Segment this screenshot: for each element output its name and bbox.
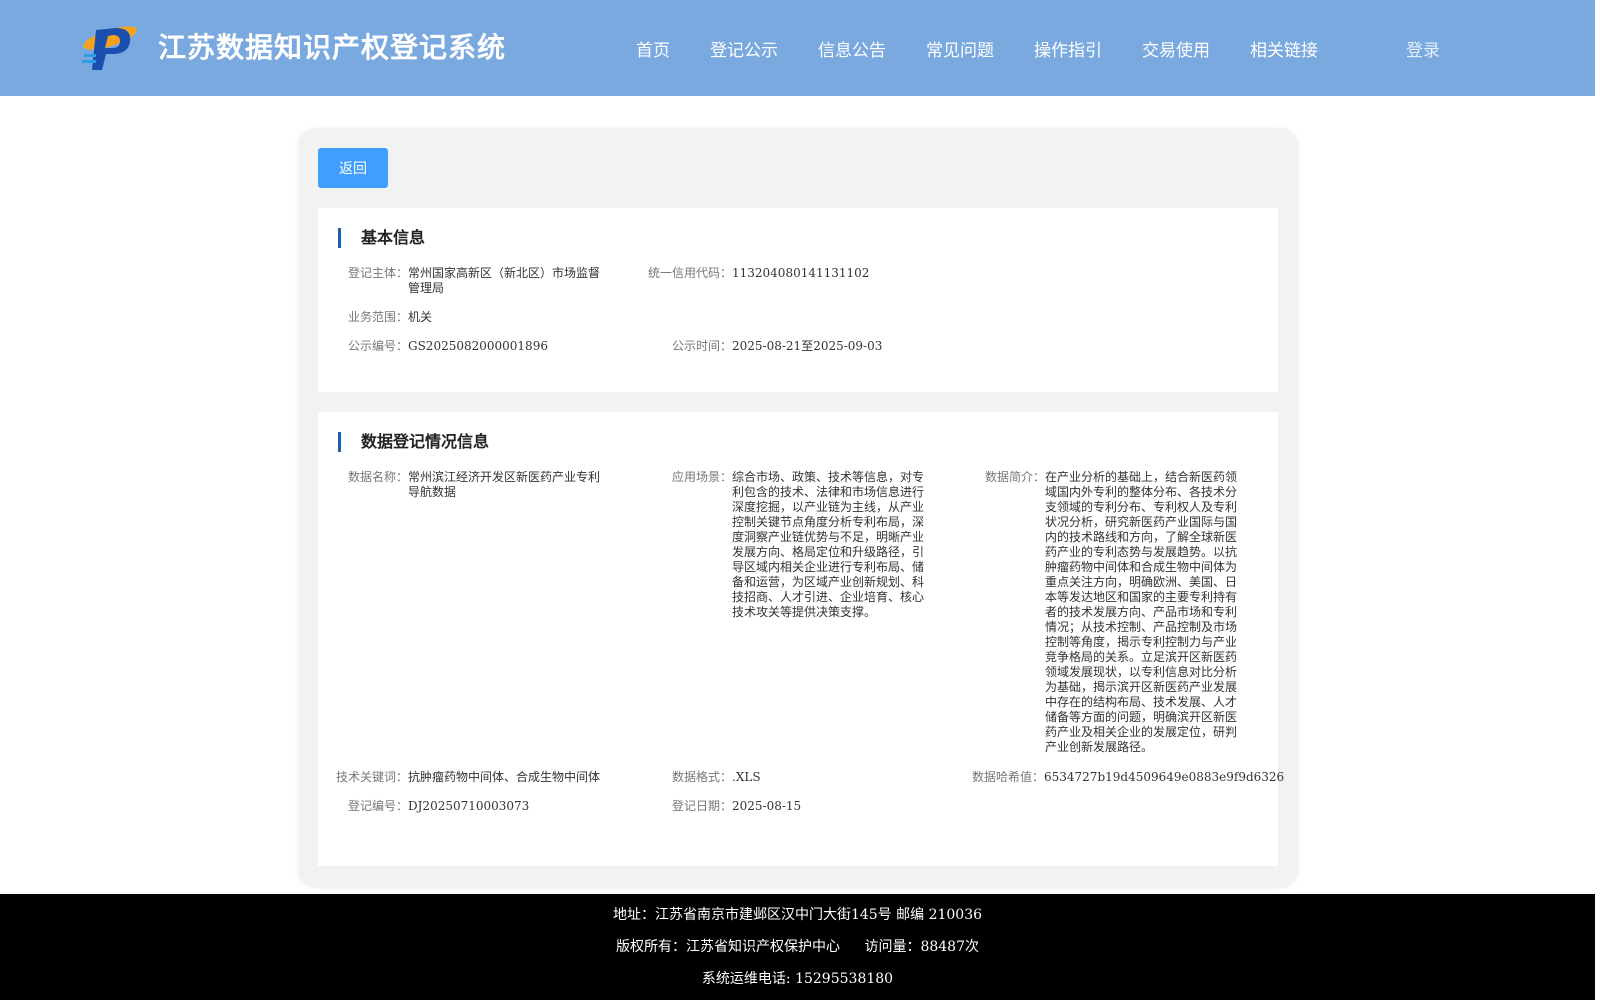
footer-copyright: 版权所有：江苏省知识产权保护中心 — [616, 939, 840, 955]
field-subject: 登记主体： 常州国家高新区（新北区）市场监督管理局 — [348, 266, 638, 296]
subject-value: 常州国家高新区（新北区）市场监督管理局 — [408, 266, 601, 295]
main-nav: 首页 登记公示 信息公告 常见问题 操作指引 交易使用 相关链接 — [636, 36, 1358, 61]
registration-number-value: DJ20250710003073 — [408, 799, 530, 813]
credit-code-value: 11320408014113110​2 — [732, 266, 870, 280]
application-scene-label: 应用场景： — [671, 470, 732, 484]
notice-number-label: 公示编号： — [348, 339, 409, 353]
nav-operation-guide[interactable]: 操作指引 — [1034, 36, 1102, 61]
tech-keywords-label: 技术关键词： — [336, 770, 409, 784]
footer-address: 地址：江苏省南京市建邺区汉中门大街145号 邮编 210036 — [612, 907, 983, 923]
application-scene-value: 综合市场、政策、技术等信息，对专利包含的技术、法律和市场信息进行深度挖掘，以产业… — [732, 470, 925, 619]
business-scope-value: 机关 — [408, 310, 433, 324]
data-intro-value: 在产业分析的基础上，结合新医药领域国内外专利的整体分布、各技术分支领域的专利分布… — [1045, 470, 1238, 754]
detail-card: 返回 基本信息 登记主体： 常州国家高新区（新北区）市场监督管理局 统一信用代码… — [298, 128, 1298, 888]
nav-info-announcement[interactable]: 信息公告 — [818, 36, 886, 61]
nav-registration-notice[interactable]: 登记公示 — [710, 36, 778, 61]
site-title: 江苏数据知识产权登记系统 — [158, 31, 507, 64]
registration-info-title: 数据登记情况信息 — [338, 432, 489, 452]
data-format-label: 数据格式： — [671, 770, 732, 784]
notice-time-label: 公示时间： — [671, 339, 732, 353]
field-business-scope: 业务范围： 机关 — [348, 310, 638, 325]
data-format-value: .XLS — [732, 770, 761, 784]
field-data-intro: 数据简介： 在产业分析的基础上，结合新医药领域国内外专利的整体分布、各技术分支领… — [971, 470, 1251, 755]
data-hash-label: 数据哈希值： — [971, 770, 1044, 784]
field-credit-code: 统一信用代码： 11320408014113110​2 — [648, 266, 1048, 281]
login-link[interactable]: 登录 — [1406, 36, 1440, 61]
field-tech-keywords: 技术关键词： 抗肿瘤药物中间体、合成生物中间体 — [336, 770, 636, 785]
basic-info-title: 基本信息 — [338, 228, 425, 248]
site-footer: 地址：江苏省南京市建邺区汉中门大街145号 邮编 210036 版权所有：江苏省… — [0, 894, 1595, 1000]
data-intro-label: 数据简介： — [984, 470, 1045, 484]
field-application-scene: 应用场景： 综合市场、政策、技术等信息，对专利包含的技术、法律和市场信息进行深度… — [658, 470, 938, 620]
back-button[interactable]: 返回 — [318, 148, 388, 188]
credit-code-label: 统一信用代码： — [648, 266, 733, 280]
basic-info-panel: 基本信息 登记主体： 常州国家高新区（新北区）市场监督管理局 统一信用代码： 1… — [318, 208, 1278, 392]
field-data-format: 数据格式： .XLS — [658, 770, 918, 785]
nav-home[interactable]: 首页 — [636, 36, 670, 61]
field-data-name: 数据名称： 常州滨江经济开发区新医药产业专利导航数据 — [348, 470, 628, 500]
notice-number-value: GS2025082000001896 — [408, 339, 548, 353]
registration-info-panel: 数据登记情况信息 数据名称： 常州滨江经济开发区新医药产业专利导航数据 应用场景… — [318, 412, 1284, 866]
nav-trade-use[interactable]: 交易使用 — [1142, 36, 1210, 61]
footer-visits: 访问量：88487次 — [864, 939, 979, 955]
registration-number-label: 登记编号： — [348, 799, 409, 813]
field-notice-time: 公示时间： 2025-08-21至2025-09-03 — [658, 339, 958, 354]
tech-keywords-value: 抗肿瘤药物中间体、合成生物中间体 — [408, 770, 601, 784]
data-name-value: 常州滨江经济开发区新医药产业专利导航数据 — [408, 470, 601, 499]
data-name-label: 数据名称： — [348, 470, 409, 484]
data-hash-value: 6534727b19d4509649e0883e9f9d6326 — [1044, 770, 1285, 784]
field-registration-date: 登记日期： 2025-08-15 — [658, 799, 918, 814]
footer-phone: 系统运维电话: 15295538180 — [701, 971, 894, 987]
field-registration-number: 登记编号： DJ20250710003073 — [348, 799, 638, 814]
business-scope-label: 业务范围： — [348, 310, 409, 324]
notice-time-value: 2025-08-21至2025-09-03 — [732, 339, 883, 353]
field-data-hash: 数据哈希值： 6534727b19d4509649e0883e9f9d6326 — [948, 770, 1284, 785]
registration-date-value: 2025-08-15 — [732, 799, 802, 813]
field-notice-number: 公示编号： GS2025082000001896 — [348, 339, 648, 354]
nav-related-links[interactable]: 相关链接 — [1250, 36, 1318, 61]
footer-copyright-row: 版权所有：江苏省知识产权保护中心 访问量：88487次 — [0, 936, 1595, 956]
site-header: 江苏数据知识产权登记系统 首页 登记公示 信息公告 常见问题 操作指引 交易使用… — [0, 0, 1595, 96]
registration-date-label: 登记日期： — [671, 799, 732, 813]
subject-label: 登记主体： — [348, 266, 409, 280]
site-logo-icon[interactable] — [80, 20, 140, 72]
nav-faq[interactable]: 常见问题 — [926, 36, 994, 61]
